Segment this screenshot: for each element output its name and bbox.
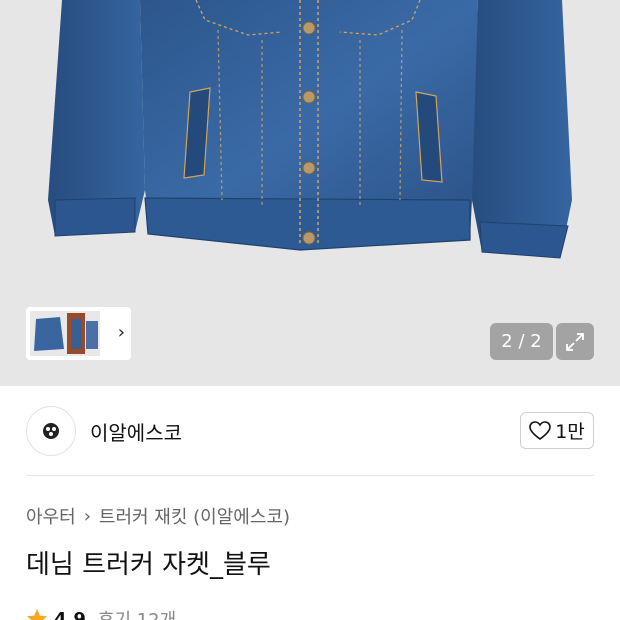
brand-logo[interactable] (26, 406, 76, 456)
divider (26, 475, 594, 476)
expand-icon[interactable] (556, 323, 594, 360)
thumbnail-images[interactable] (30, 311, 100, 356)
star-icon (27, 609, 47, 620)
product-title: 데님 트러커 자켓_블루 (26, 550, 271, 580)
brand-name[interactable]: 이알에스코 (90, 417, 182, 446)
breadcrumb-category[interactable]: 아우터 (26, 503, 76, 529)
heart-outline-icon (529, 420, 552, 440)
product-image-gallery[interactable]: › 2 / 2 (0, 0, 620, 386)
image-counter: 2 / 2 (490, 323, 553, 360)
chevron-right-icon[interactable]: › (118, 322, 125, 343)
like-count: 1만 (555, 421, 585, 443)
thumbnail-strip[interactable]: › (26, 307, 131, 360)
brand-row[interactable]: 이알에스코 1만 (26, 406, 594, 456)
rating-row[interactable]: 4.9 후기 12개 (26, 606, 176, 620)
chevron-right-icon: › (83, 505, 91, 527)
review-count[interactable]: 후기 12개 (98, 606, 176, 620)
breadcrumb: 아우터 › 트러커 재킷 (이알에스코) (26, 503, 290, 529)
rating-score: 4.9 (54, 608, 86, 620)
like-button[interactable]: 1만 (520, 412, 594, 449)
breadcrumb-subcategory[interactable]: 트러커 재킷 (이알에스코) (99, 503, 290, 529)
